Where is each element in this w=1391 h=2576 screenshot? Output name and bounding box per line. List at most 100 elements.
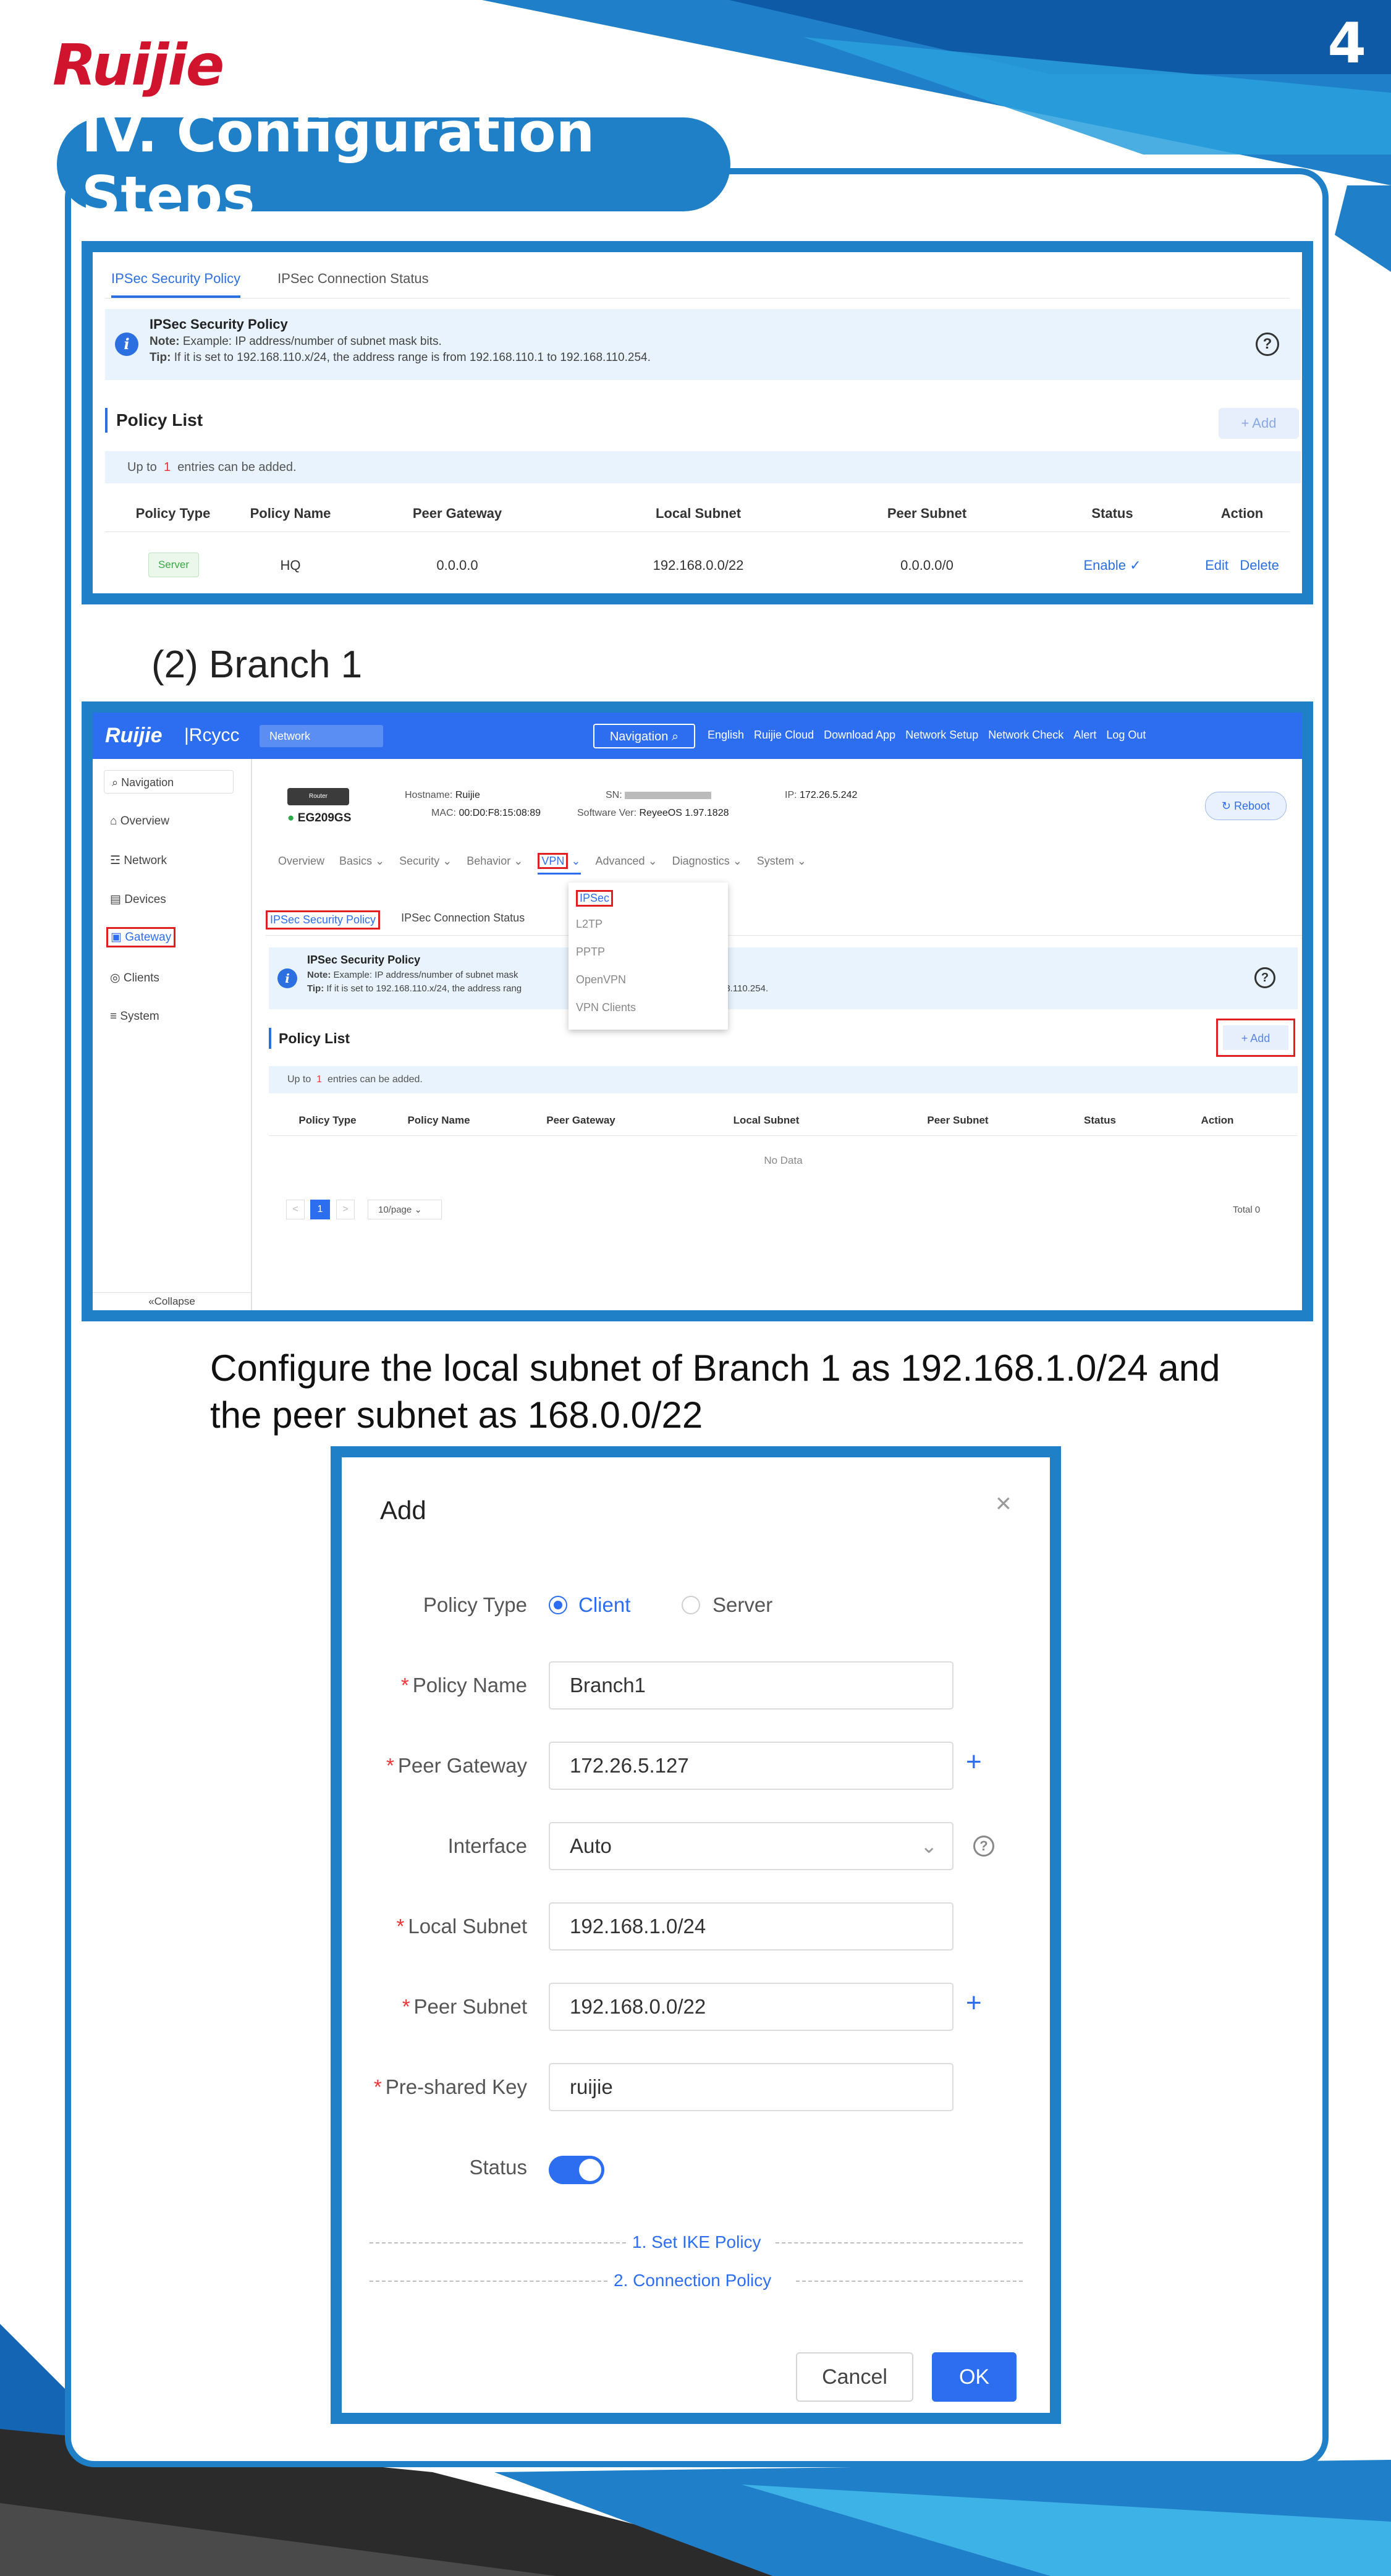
sidebar-item-clients[interactable]: ◎ Clients [110,971,159,985]
add-peer-subnet-plus-icon[interactable]: + [966,1988,982,2019]
dropdown-item-pptp[interactable]: PPTP [576,946,605,959]
delete-link[interactable]: Delete [1240,557,1279,573]
col-policy-type: Policy Type [135,506,211,521]
upto-suffix: entries can be added. [177,460,297,474]
section-title: IV. Configuration Steps [82,101,595,228]
search-icon: ⌕ [112,776,119,789]
cell-policy-name: HQ [280,557,301,573]
product-name: Rcycc [188,725,240,745]
note-line-2: Tip: If it is set to 192.168.110.x/24, t… [307,983,522,994]
entry-limit-banner: Up to 1 entries can be added. [269,1066,1298,1093]
sidebar-item-system[interactable]: ≡ System [110,1010,159,1023]
reboot-button[interactable]: ↻ Reboot [1205,792,1287,820]
local-subnet-label: * Local Subnet [396,1915,528,1938]
network-select[interactable]: Network [260,725,383,747]
col-status: Status [1084,1114,1116,1126]
add-peer-gateway-plus-icon[interactable]: + [966,1747,982,1777]
peer-subnet-input[interactable]: 192.168.0.0/22 [549,1983,953,2031]
network-check-link[interactable]: Network Check [988,729,1063,742]
help-icon[interactable]: ? [1256,333,1279,356]
header-divider [269,1135,1298,1136]
policy-name-input[interactable]: Branch1 [549,1661,953,1710]
navigation-button[interactable]: Navigation ⌕ [593,724,695,748]
menu-behavior[interactable]: Behavior ⌄ [467,855,523,875]
radio-server-label: Server [712,1593,773,1616]
tab-ipsec-connection-status[interactable]: IPSec Connection Status [277,271,429,298]
ruijie-logo: Ruijie [53,32,224,98]
sidebar: ⌕ Navigation ⌂ Overview ☲ Network ▤ Devi… [93,759,252,1310]
interface-label: Interface [447,1834,527,1857]
tab-ipsec-security-policy[interactable]: IPSec Security Policy [111,271,241,298]
status-toggle[interactable] [549,2156,604,2184]
peer-gateway-input[interactable]: 172.26.5.127 [549,1742,953,1790]
alert-link[interactable]: Alert [1073,729,1096,742]
upto-count: 1 [163,460,171,474]
add-button[interactable]: + Add [1219,408,1299,439]
interface-select[interactable]: Auto ⌄ [549,1822,953,1870]
note-line-2: Tip: If it is set to 192.168.110.x/24, t… [150,351,651,365]
download-app-link[interactable]: Download App [824,729,895,742]
local-subnet-input[interactable]: 192.168.1.0/24 [549,1902,953,1951]
network-setup-link[interactable]: Network Setup [905,729,978,742]
menu-advanced[interactable]: Advanced ⌄ [596,855,657,875]
radio-server[interactable] [682,1596,700,1614]
note-line-1: Note: Example: IP address/number of subn… [307,970,518,980]
device-sn: SN: [606,790,712,801]
tab-ipsec-connection-status[interactable]: IPSec Connection Status [401,910,525,930]
add-policy-dialog: Add × Policy Type Client Server * Policy … [331,1446,1061,2424]
navigation-label: Navigation [609,730,669,744]
device-menu: Overview Basics ⌄ Security ⌄ Behavior ⌄ … [278,853,806,875]
cell-action: Edit Delete [1186,557,1298,574]
sidebar-item-devices[interactable]: ▤ Devices [110,892,166,907]
device-hostname: Hostname: Ruijie [405,790,480,800]
peer-subnet-label: * Peer Subnet [402,1995,527,2018]
dropdown-item-vpn-clients[interactable]: VPN Clients [576,1001,636,1014]
tip-label: Tip: [150,351,171,364]
topbar-logo: Ruijie [105,724,163,747]
help-icon[interactable]: ? [973,1836,994,1857]
psk-input[interactable]: ruijie [549,2063,953,2111]
vpn-dropdown: IPSec L2TP PPTP OpenVPN VPN Clients [569,883,728,1030]
close-icon[interactable]: × [996,1488,1012,1519]
menu-system[interactable]: System ⌄ [757,855,806,875]
tab-divider [105,298,1290,299]
info-icon: i [115,333,138,356]
check-circle-icon: ✓ [1130,557,1141,573]
help-icon[interactable]: ? [1254,967,1275,988]
connection-policy-link[interactable]: 2. Connection Policy [614,2271,771,2290]
ruijie-cloud-link[interactable]: Ruijie Cloud [754,729,814,742]
entry-limit-banner: Up to 1 entries can be added. [105,451,1301,483]
menu-vpn[interactable]: VPN ⌄ [538,853,581,875]
cell-status[interactable]: Enable ✓ [1051,557,1174,574]
add-button-label: + Add [1223,1025,1288,1050]
radio-client[interactable] [549,1596,567,1614]
pager-next[interactable]: > [336,1200,355,1219]
psk-label: * Pre-shared Key [373,2075,527,2098]
sidebar-item-network[interactable]: ☲ Network [110,854,167,868]
dropdown-item-l2tp[interactable]: L2TP [576,918,602,931]
instruction-line-1: Configure the local subnet of Branch 1 a… [210,1347,1220,1389]
sidebar-item-gateway[interactable]: ▣ Gateway [106,927,176,947]
menu-diagnostics[interactable]: Diagnostics ⌄ [672,855,742,875]
edit-link[interactable]: Edit [1205,557,1228,573]
ok-button[interactable]: OK [932,2352,1017,2402]
pager-page-1[interactable]: 1 [310,1200,330,1219]
menu-security[interactable]: Security ⌄ [399,855,452,875]
sidebar-search[interactable]: ⌕ Navigation [104,770,234,794]
menu-basics[interactable]: Basics ⌄ [339,855,384,875]
language-select[interactable]: English [708,729,744,742]
tab-ipsec-security-policy[interactable]: IPSec Security Policy [266,910,381,930]
search-icon: ⌕ [671,730,679,744]
menu-overview[interactable]: Overview [278,855,324,875]
dropdown-item-openvpn[interactable]: OpenVPN [576,973,626,986]
collapse-button[interactable]: «Collapse [93,1292,251,1310]
page-size-select[interactable]: 10/page ⌄ [368,1200,442,1219]
pager-prev[interactable]: < [286,1200,305,1219]
logout-link[interactable]: Log Out [1106,729,1146,742]
ike-policy-link[interactable]: 1. Set IKE Policy [632,2232,761,2252]
sidebar-item-overview[interactable]: ⌂ Overview [110,815,169,828]
instruction-line-2: the peer subnet as 168.0.0/22 [210,1394,703,1436]
cancel-button[interactable]: Cancel [796,2352,913,2402]
dropdown-item-ipsec[interactable]: IPSec [576,890,614,907]
add-button[interactable]: + Add [1216,1019,1295,1057]
